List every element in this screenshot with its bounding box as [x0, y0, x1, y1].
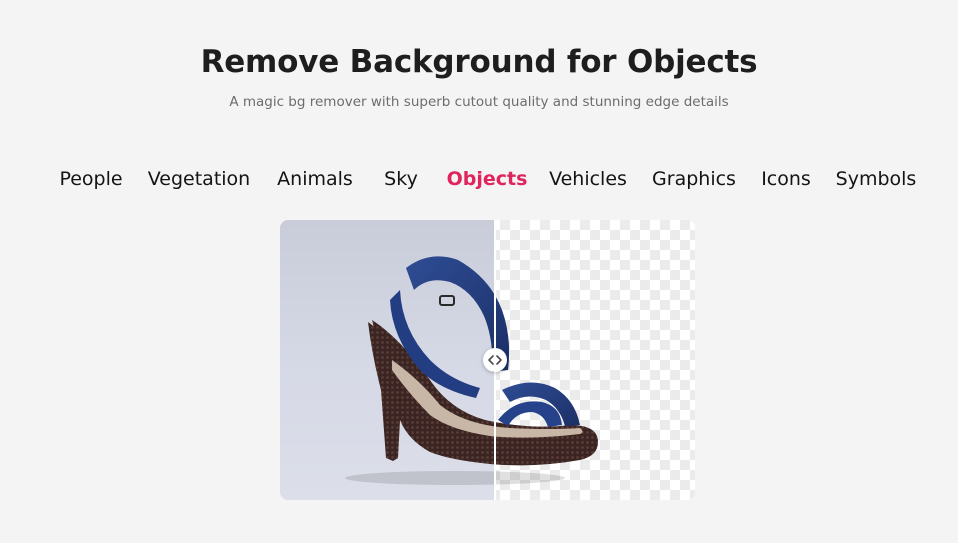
tab-vehicles[interactable]: Vehicles	[549, 166, 627, 192]
tab-animals[interactable]: Animals	[277, 166, 353, 192]
tab-icons[interactable]: Icons	[761, 166, 811, 192]
page-title: Remove Background for Objects	[200, 44, 758, 80]
before-after-comparison[interactable]	[280, 220, 695, 500]
tab-sky[interactable]: Sky	[384, 166, 418, 192]
tab-people[interactable]: People	[59, 166, 122, 192]
tab-objects[interactable]: Objects	[447, 166, 528, 192]
tab-symbols[interactable]: Symbols	[836, 166, 917, 192]
left-right-arrows-icon	[488, 355, 502, 365]
page-subtitle: A magic bg remover with superb cutout qu…	[229, 94, 729, 110]
tab-graphics[interactable]: Graphics	[652, 166, 736, 192]
slider-handle[interactable]	[483, 348, 507, 372]
tab-vegetation[interactable]: Vegetation	[148, 166, 250, 192]
page: Remove Background for Objects A magic bg…	[0, 0, 958, 543]
category-tabs: People Vegetation Animals Sky Objects Ve…	[0, 166, 958, 192]
